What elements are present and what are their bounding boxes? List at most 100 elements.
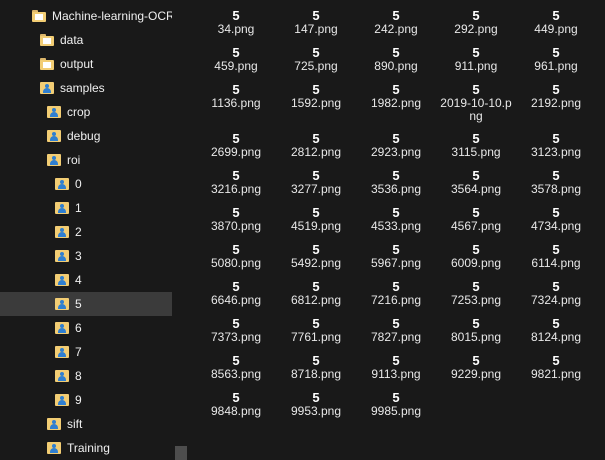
file-item[interactable]: 5 1982.png	[356, 82, 436, 131]
file-name: 2923.png	[370, 145, 422, 159]
file-item[interactable]: 5 147.png	[276, 8, 356, 45]
user-folder-icon	[55, 345, 69, 359]
file-item[interactable]: 5 9821.png	[516, 353, 596, 390]
file-item[interactable]: 5 7761.png	[276, 316, 356, 353]
image-thumbnail: 5	[552, 279, 560, 294]
file-item[interactable]: 5 2812.png	[276, 131, 356, 168]
file-item[interactable]: 5 7253.png	[436, 279, 516, 316]
file-name: 8124.png	[530, 330, 582, 344]
file-item[interactable]: 5 2192.png	[516, 82, 596, 131]
file-item[interactable]: 5 961.png	[516, 45, 596, 82]
file-item[interactable]: 5 3115.png	[436, 131, 516, 168]
file-name: 7827.png	[370, 330, 422, 344]
file-item[interactable]: 5 9985.png	[356, 390, 436, 427]
nav-item-3[interactable]: 3	[0, 244, 172, 268]
file-item[interactable]: 5 8124.png	[516, 316, 596, 353]
nav-item-training[interactable]: Training	[0, 436, 172, 460]
nav-item-5[interactable]: 5	[0, 292, 172, 316]
nav-item-debug[interactable]: debug	[0, 124, 172, 148]
nav-item-sift[interactable]: sift	[0, 412, 172, 436]
file-name: 6646.png	[210, 293, 262, 307]
file-item[interactable]: 5 9848.png	[196, 390, 276, 427]
file-item[interactable]: 5 9953.png	[276, 390, 356, 427]
file-item[interactable]: 5 6812.png	[276, 279, 356, 316]
image-thumbnail: 5	[472, 316, 480, 331]
file-item[interactable]: 5 3564.png	[436, 168, 516, 205]
nav-item-9[interactable]: 9	[0, 388, 172, 412]
nav-item-0[interactable]: 0	[0, 172, 172, 196]
file-item[interactable]: 5 9229.png	[436, 353, 516, 390]
image-thumbnail: 5	[232, 45, 240, 60]
file-name: 3870.png	[210, 219, 262, 233]
image-thumbnail: 5	[552, 316, 560, 331]
nav-item-7[interactable]: 7	[0, 340, 172, 364]
nav-item-data[interactable]: data	[0, 28, 172, 52]
file-item[interactable]: 5 2019-10-10.png	[436, 82, 516, 131]
file-item[interactable]: 5 4567.png	[436, 205, 516, 242]
image-thumbnail: 5	[392, 353, 400, 368]
image-thumbnail: 5	[392, 390, 400, 405]
file-item[interactable]: 5 890.png	[356, 45, 436, 82]
file-item[interactable]: 5 34.png	[196, 8, 276, 45]
nav-item-4[interactable]: 4	[0, 268, 172, 292]
nav-item-label: 5	[75, 297, 82, 311]
file-item[interactable]: 5 7324.png	[516, 279, 596, 316]
nav-item-8[interactable]: 8	[0, 364, 172, 388]
file-item[interactable]: 5 2699.png	[196, 131, 276, 168]
file-name: 7373.png	[210, 330, 262, 344]
file-item[interactable]: 5 725.png	[276, 45, 356, 82]
file-item[interactable]: 5 4734.png	[516, 205, 596, 242]
nav-item-roi[interactable]: roi	[0, 148, 172, 172]
file-item[interactable]: 5 242.png	[356, 8, 436, 45]
nav-item-label: 9	[75, 393, 82, 407]
file-item[interactable]: 5 3578.png	[516, 168, 596, 205]
file-item[interactable]: 5 1136.png	[196, 82, 276, 131]
file-item[interactable]: 5 292.png	[436, 8, 516, 45]
file-item[interactable]: 5 449.png	[516, 8, 596, 45]
file-item[interactable]: 5 459.png	[196, 45, 276, 82]
file-item[interactable]: 5 5967.png	[356, 242, 436, 279]
nav-item-1[interactable]: 1	[0, 196, 172, 220]
nav-item-crop[interactable]: crop	[0, 100, 172, 124]
file-item[interactable]: 5 8015.png	[436, 316, 516, 353]
file-item[interactable]: 5 6009.png	[436, 242, 516, 279]
file-name: 449.png	[534, 22, 578, 36]
image-thumbnail: 5	[312, 131, 320, 146]
nav-item-6[interactable]: 6	[0, 316, 172, 340]
file-item[interactable]: 5 8563.png	[196, 353, 276, 390]
file-item[interactable]: 5 4533.png	[356, 205, 436, 242]
nav-item-output[interactable]: output	[0, 52, 172, 76]
user-folder-icon	[47, 129, 61, 143]
file-item[interactable]: 5 2923.png	[356, 131, 436, 168]
file-item[interactable]: 5 3216.png	[196, 168, 276, 205]
file-view: 5 34.png 5 147.png 5 242.png 5 292.png 5 449.png 5…	[196, 0, 605, 460]
file-item[interactable]: 5 911.png	[436, 45, 516, 82]
file-name: 4533.png	[370, 219, 422, 233]
file-item[interactable]: 5 6114.png	[516, 242, 596, 279]
file-item[interactable]: 5 7373.png	[196, 316, 276, 353]
file-item[interactable]: 5 8718.png	[276, 353, 356, 390]
nav-item-2[interactable]: 2	[0, 220, 172, 244]
file-item[interactable]: 5 5492.png	[276, 242, 356, 279]
file-item[interactable]: 5 9113.png	[356, 353, 436, 390]
file-item[interactable]: 5 7827.png	[356, 316, 436, 353]
file-name: 9985.png	[370, 404, 422, 418]
file-item[interactable]: 5 6646.png	[196, 279, 276, 316]
file-item[interactable]: 5 3870.png	[196, 205, 276, 242]
file-item[interactable]: 5 3277.png	[276, 168, 356, 205]
file-name: 6812.png	[290, 293, 342, 307]
nav-item-samples[interactable]: samples	[0, 76, 172, 100]
file-item[interactable]: 5 3536.png	[356, 168, 436, 205]
image-thumbnail: 5	[472, 131, 480, 146]
file-item[interactable]: 5 7216.png	[356, 279, 436, 316]
navigation-pane: Machine-learning-OCR data output samples…	[0, 0, 190, 460]
nav-scrollbar-thumb[interactable]	[175, 446, 187, 460]
file-item[interactable]: 5 3123.png	[516, 131, 596, 168]
file-item[interactable]: 5 1592.png	[276, 82, 356, 131]
nav-item-machine-learning-ocr[interactable]: Machine-learning-OCR	[0, 4, 175, 28]
image-thumbnail: 5	[312, 82, 320, 97]
nav-item-label: 6	[75, 321, 82, 335]
file-item[interactable]: 5 5080.png	[196, 242, 276, 279]
nav-scrollbar[interactable]	[172, 0, 190, 460]
file-item[interactable]: 5 4519.png	[276, 205, 356, 242]
